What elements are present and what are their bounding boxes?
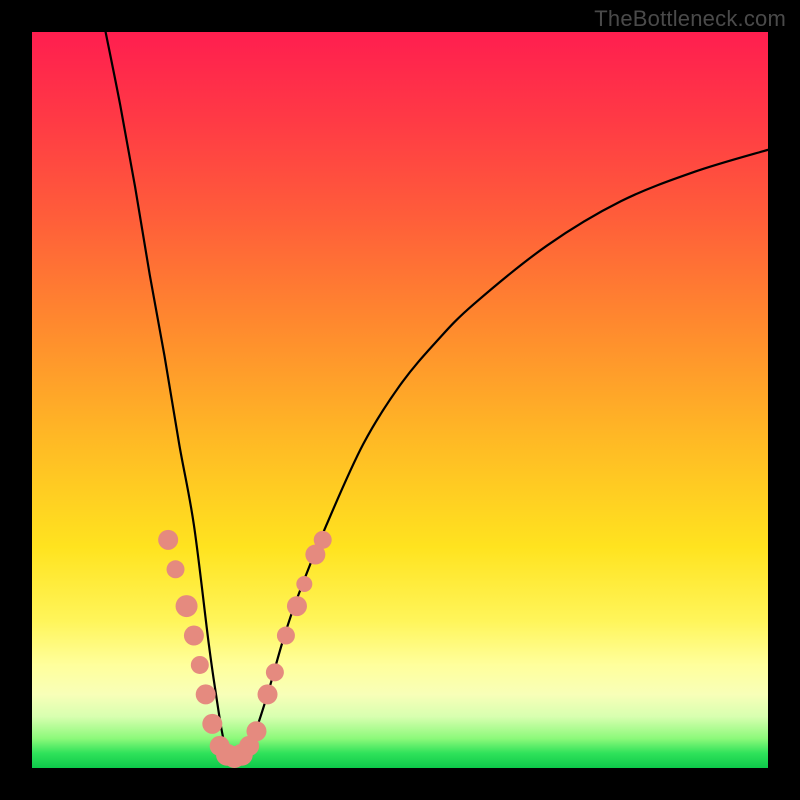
marker-group [158,530,332,768]
plot-area [32,32,768,768]
bottleneck-curve [106,32,768,759]
watermark-text: TheBottleneck.com [594,6,786,32]
marker-dot [202,714,222,734]
marker-dot [246,721,266,741]
marker-dot [184,626,204,646]
marker-dot [158,530,178,550]
marker-dot [266,663,284,681]
marker-dot [196,684,216,704]
marker-dot [167,560,185,578]
marker-dot [176,595,198,617]
marker-dot [258,684,278,704]
marker-dot [296,576,312,592]
marker-dot [191,656,209,674]
marker-dot [277,627,295,645]
marker-dot [287,596,307,616]
marker-dot [314,531,332,549]
chart-frame: TheBottleneck.com [0,0,800,800]
chart-svg [32,32,768,768]
